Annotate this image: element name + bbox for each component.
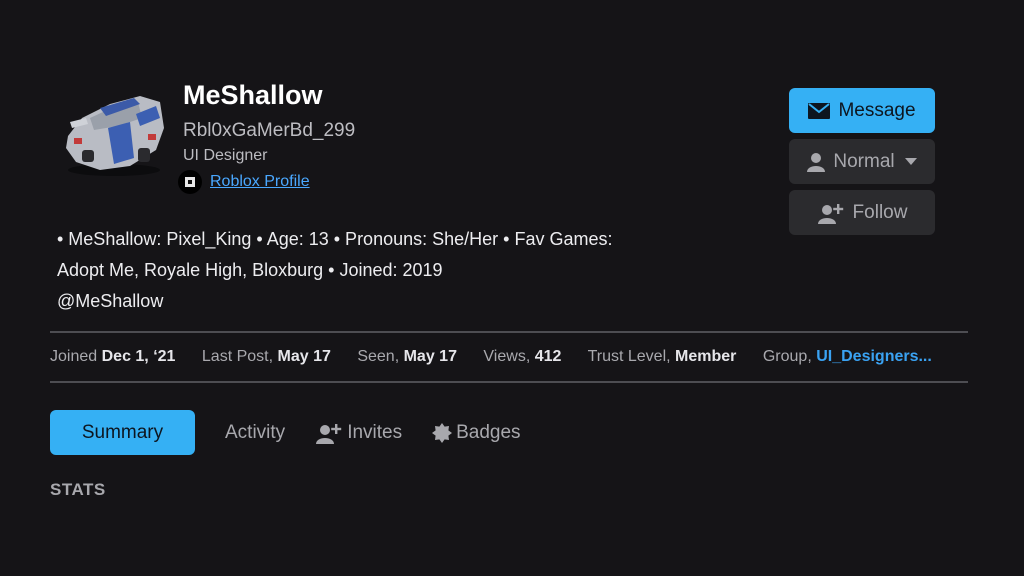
notification-level-dropdown[interactable]: Normal: [789, 139, 935, 184]
user-icon: [807, 152, 826, 172]
stats-heading: STATS: [50, 480, 106, 499]
message-button[interactable]: Message: [789, 88, 935, 133]
meta-joined: Joined Dec 1, ‘21: [50, 348, 176, 365]
profile-username: Rbl0xGaMerBd_299: [183, 120, 356, 141]
profile-name: MeShallow: [183, 80, 323, 110]
bio-line: • MeShallow: Pixel_King • Age: 13 • Pron…: [57, 229, 613, 249]
meta-last-post: Last Post, May 17: [201, 348, 331, 365]
caret-down-icon: [904, 158, 917, 165]
message-button-label: Message: [838, 99, 916, 121]
envelope-icon: [808, 102, 831, 119]
notification-level-label: Normal: [833, 150, 895, 172]
meta-views: Views, 412: [483, 348, 562, 365]
user-plus-icon: [817, 203, 843, 224]
tab-invites[interactable]: Invites: [315, 422, 402, 444]
meta-group: Group, UI_Designers...: [762, 348, 932, 365]
follow-button[interactable]: Follow: [789, 190, 935, 235]
tab-invites-label: Invites: [347, 421, 403, 443]
user-plus-icon: [316, 423, 342, 444]
profile-meta: Joined Dec 1, ‘21 Last Post, May 17 Seen…: [50, 348, 954, 366]
tab-summary[interactable]: Summary: [50, 410, 195, 455]
divider: [50, 381, 968, 383]
roblox-profile-link[interactable]: Roblox Profile: [210, 173, 310, 191]
roblox-profile-row: Roblox Profile: [178, 170, 310, 194]
profile-bio: • MeShallow: Pixel_King • Age: 13 • Pron…: [57, 224, 677, 317]
tab-badges-label: Badges: [456, 421, 521, 443]
badge-icon: [432, 422, 453, 443]
meta-seen: Seen, May 17: [357, 348, 457, 365]
follow-button-label: Follow: [852, 201, 908, 223]
profile-title: UI Designer: [183, 147, 268, 164]
avatar: [60, 88, 168, 180]
profile-actions: Message Normal Follow: [789, 88, 935, 241]
meta-trust-level: Trust Level, Member: [587, 348, 737, 365]
divider: [50, 331, 968, 333]
profile-tabs: Summary Activity Invites Badges: [50, 410, 551, 455]
tab-activity[interactable]: Activity: [225, 422, 285, 444]
group-link[interactable]: UI_Designers...: [816, 348, 932, 365]
roblox-icon: [178, 170, 202, 194]
bio-mention: @MeShallow: [57, 291, 164, 311]
bio-line: Adopt Me, Royale High, Bloxburg • Joined…: [57, 260, 443, 280]
tab-badges[interactable]: Badges: [432, 421, 521, 444]
